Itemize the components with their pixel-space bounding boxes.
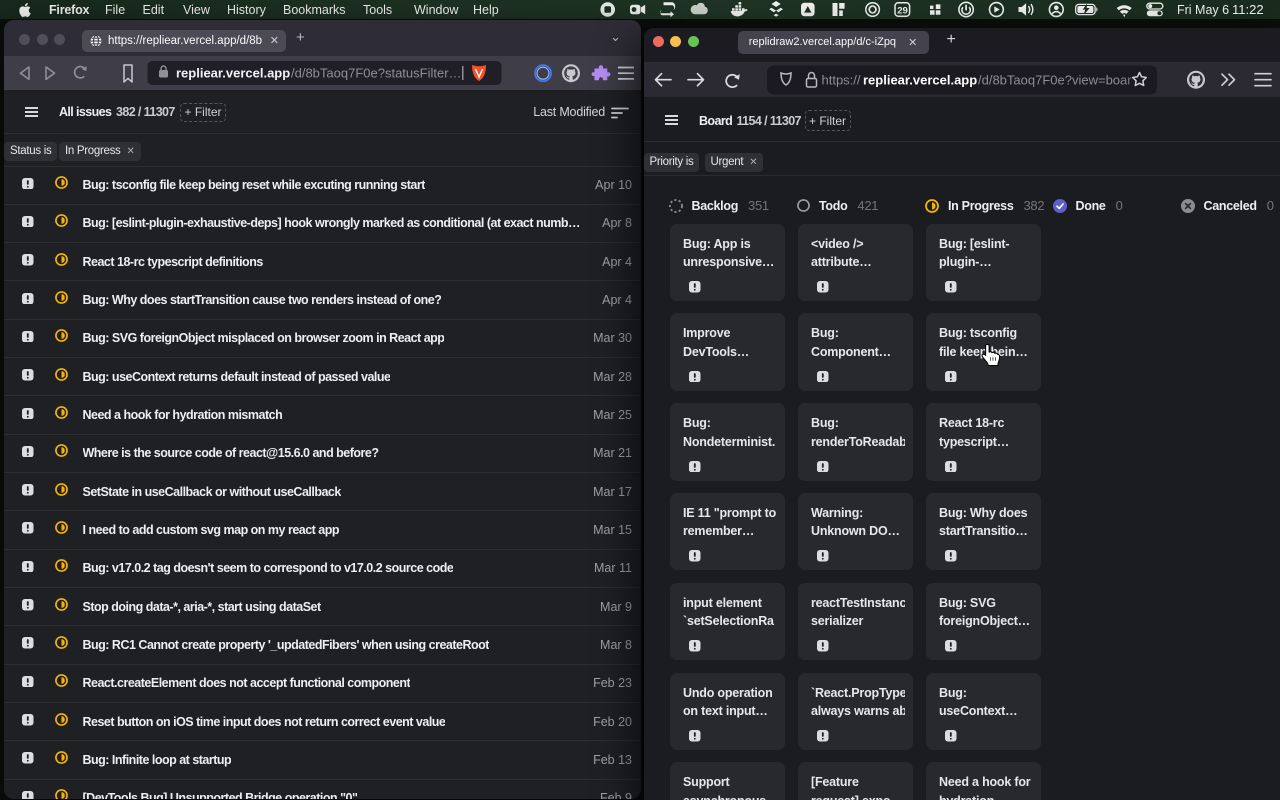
- svg-text:11:22: 11:22: [1232, 2, 1264, 17]
- svg-text:https://: https://: [821, 72, 860, 87]
- svg-text:/d/8bTaoq7F0e?view=boar: /d/8bTaoq7F0e?view=boar: [978, 72, 1132, 87]
- svg-text:29: 29: [897, 6, 908, 17]
- svg-text:Fri May 6: Fri May 6: [1177, 3, 1229, 17]
- svg-text:/d/8bTaoq7F0e?statusFilter…: /d/8bTaoq7F0e?statusFilter…: [291, 65, 462, 80]
- svg-text:repliear.vercel.app: repliear.vercel.app: [176, 65, 290, 80]
- svg-text:repliear.vercel.app: repliear.vercel.app: [863, 72, 977, 87]
